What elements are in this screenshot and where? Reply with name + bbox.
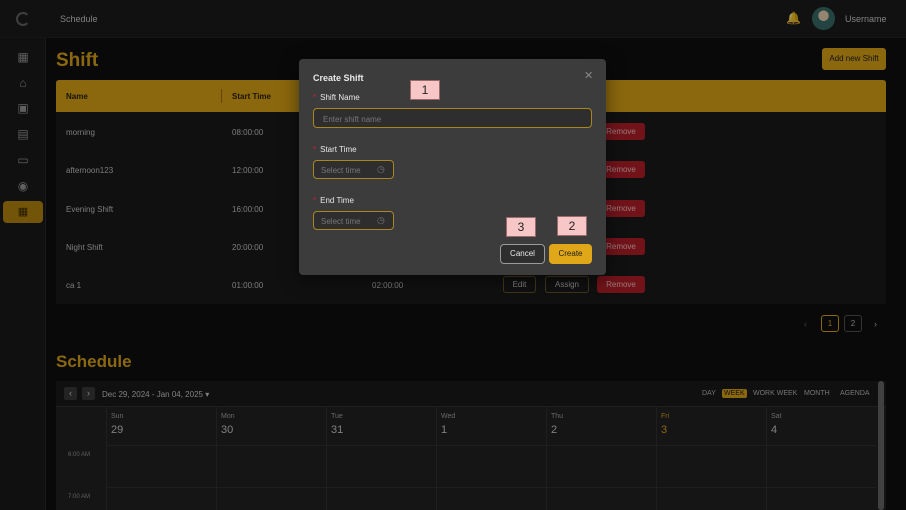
- end-time-picker[interactable]: Select time ◷: [313, 211, 394, 230]
- create-button[interactable]: Create: [549, 244, 592, 264]
- create-shift-dialog: Create Shift ✕ *Shift Name *Start Time S…: [299, 59, 606, 275]
- annotation-marker-1: 1: [410, 80, 440, 100]
- start-time-label: * Start Time: [313, 145, 357, 154]
- dialog-title: Create Shift: [313, 73, 364, 83]
- clock-icon: ◷: [377, 215, 385, 225]
- start-time-placeholder: Select time: [321, 166, 361, 175]
- annotation-marker-3: 3: [506, 217, 536, 237]
- end-time-placeholder: Select time: [321, 217, 361, 226]
- cancel-button[interactable]: Cancel: [500, 244, 545, 264]
- clock-icon: ◷: [377, 164, 385, 174]
- shift-name-input[interactable]: [314, 110, 591, 129]
- start-time-picker[interactable]: Select time ◷: [313, 160, 394, 179]
- close-icon[interactable]: ✕: [584, 69, 593, 82]
- annotation-marker-2: 2: [557, 216, 587, 236]
- end-time-label: * End Time: [313, 196, 354, 205]
- shift-name-label: * Shift Name: [313, 93, 360, 102]
- shift-name-field[interactable]: [313, 108, 592, 129]
